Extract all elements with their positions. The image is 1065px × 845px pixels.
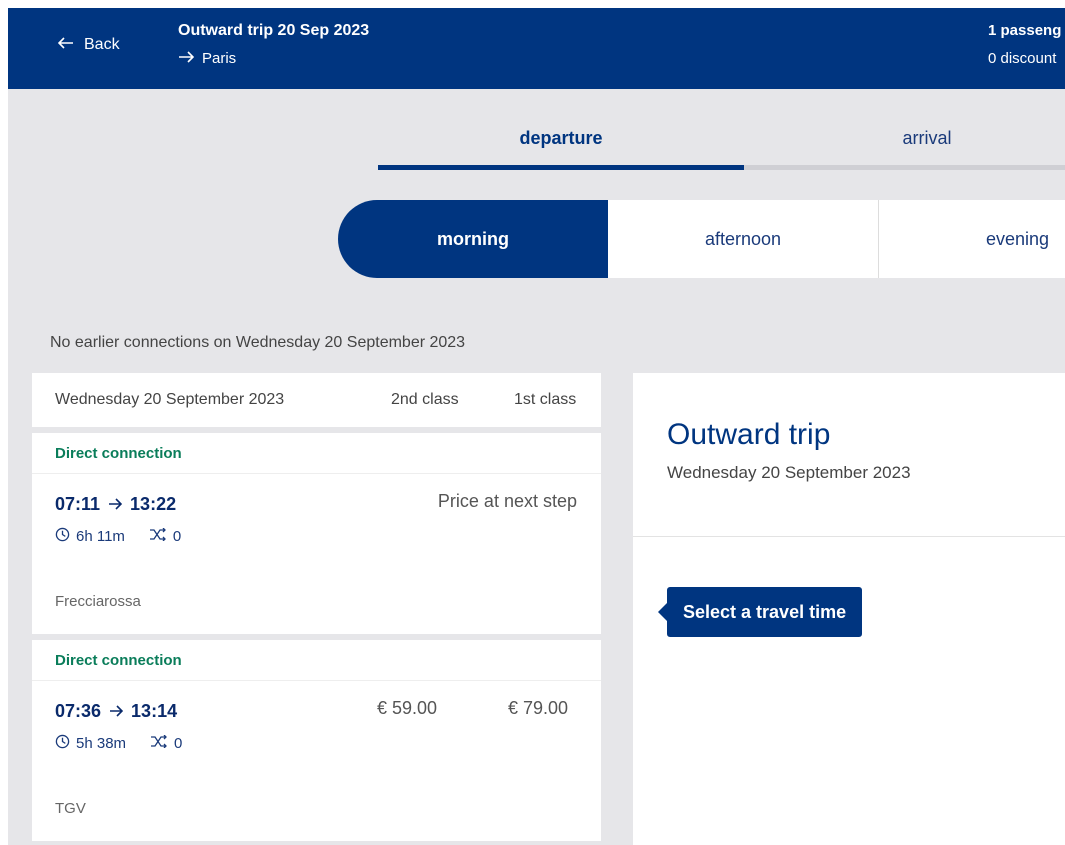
passenger-count[interactable]: 1 passeng (988, 22, 1061, 39)
tab-underline-active (378, 165, 744, 170)
time-evening-button[interactable]: evening (879, 200, 1065, 278)
connection-card[interactable]: Direct connection 07:11 13:22 6h 11m 0 P… (32, 433, 601, 634)
changes-count: 0 (174, 735, 183, 752)
second-class-price[interactable]: € 59.00 (377, 698, 437, 719)
first-class-header: 1st class (514, 391, 577, 408)
time-afternoon-button[interactable]: afternoon (608, 200, 879, 278)
connection-type: Direct connection (55, 652, 182, 669)
depart-time: 07:36 (55, 701, 102, 721)
clock-icon (55, 734, 70, 753)
arrow-right-icon (178, 50, 195, 67)
divider (32, 680, 601, 681)
header: Back Outward trip 20 Sep 2023 Paris 1 pa… (8, 8, 1065, 89)
list-date: Wednesday 20 September 2023 (55, 391, 285, 408)
destination-label: Paris (202, 50, 237, 67)
back-label: Back (84, 36, 120, 53)
divider (633, 536, 1065, 537)
time-morning-button[interactable]: morning (338, 200, 608, 278)
trip-summary-panel: Outward trip Wednesday 20 September 2023… (633, 373, 1065, 845)
duration: 5h 38m (76, 735, 127, 752)
changes: 0 (150, 734, 183, 752)
connection-meta: 5h 38m 0 (55, 734, 182, 753)
second-class-header: 2nd class (391, 391, 459, 408)
first-class-price[interactable]: € 79.00 (508, 698, 568, 719)
panel-title: Outward trip (667, 418, 831, 451)
changes-count: 0 (172, 528, 182, 545)
no-earlier-message: No earlier connections on Wednesday 20 S… (50, 334, 466, 351)
changes: 0 (149, 527, 182, 545)
arrive-time: 13:14 (131, 701, 178, 721)
trip-destination: Paris (178, 50, 236, 67)
trip-title: Outward trip 20 Sep 2023 (178, 22, 370, 39)
connection-times: 07:11 13:22 (55, 494, 176, 515)
shuffle-icon (149, 527, 167, 545)
train-name: Frecciarossa (55, 593, 141, 610)
time-of-day-selector: morning afternoon evening (338, 200, 1065, 278)
connection-meta: 6h 11m 0 (55, 527, 181, 546)
discount-count[interactable]: 0 discount (988, 50, 1056, 67)
arrive-time: 13:22 (130, 494, 177, 514)
back-button[interactable]: Back (57, 36, 120, 54)
arrow-left-icon (57, 36, 74, 54)
arrow-right-icon (109, 701, 124, 722)
select-travel-time-tooltip: Select a travel time (657, 587, 863, 637)
depart-time: 07:11 (55, 494, 101, 514)
shuffle-icon (150, 734, 168, 752)
tab-arrival[interactable]: arrival (744, 128, 1065, 149)
connection-times: 07:36 13:14 (55, 701, 177, 722)
clock-icon (55, 527, 70, 546)
tab-departure[interactable]: departure (378, 128, 744, 149)
divider (32, 473, 601, 474)
connection-card[interactable]: Direct connection 07:36 13:14 5h 38m 0 €… (32, 640, 601, 841)
train-name: TGV (55, 800, 86, 817)
arrow-right-icon (108, 494, 123, 515)
connection-type: Direct connection (55, 445, 182, 462)
connection-list-header: Wednesday 20 September 2023 2nd class 1s… (32, 373, 601, 427)
duration: 6h 11m (76, 528, 125, 545)
price-at-next-step: Price at next step (437, 491, 577, 511)
page: Back Outward trip 20 Sep 2023 Paris 1 pa… (8, 8, 1065, 845)
panel-date: Wednesday 20 September 2023 (667, 463, 911, 482)
